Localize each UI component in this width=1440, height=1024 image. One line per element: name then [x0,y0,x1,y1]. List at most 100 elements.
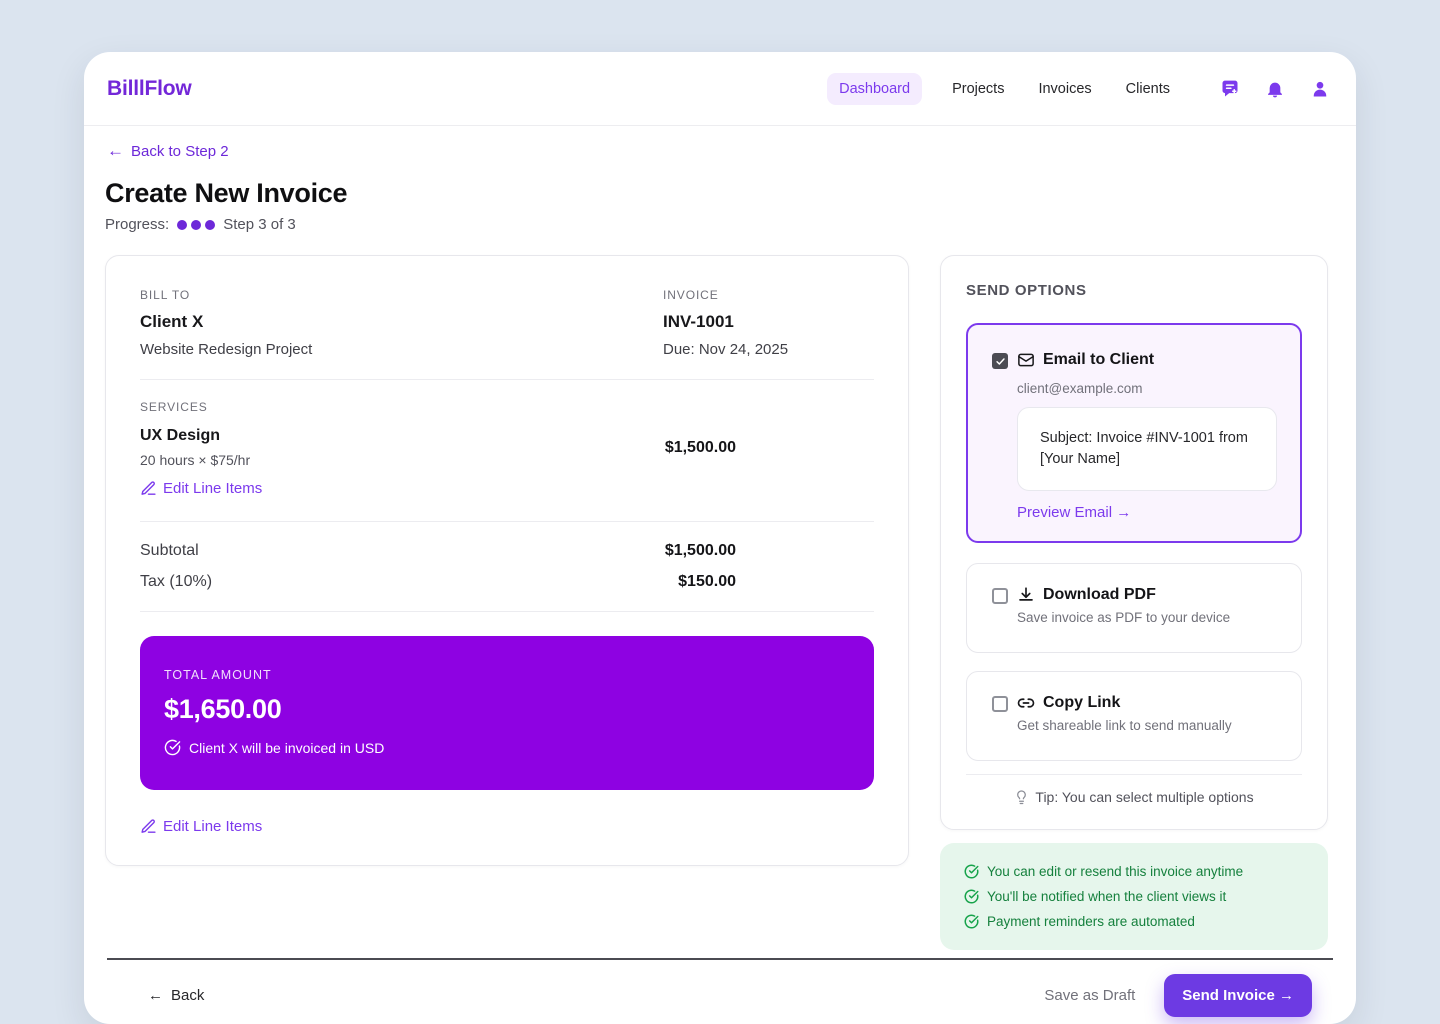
recipient-email: client@example.com [1017,381,1143,396]
back-button-label: Back [171,987,205,1005]
preview-email-link[interactable]: Preview Email → [1017,504,1131,521]
total-amount-value: $1,650.00 [164,694,282,724]
footer-divider [107,958,1333,961]
nav-projects[interactable]: Projects [948,73,1008,105]
link-option-desc: Get shareable link to send manually [1017,718,1232,734]
total-note-row: Client X will be invoiced in USD [164,739,850,756]
due-date: Due: Nov 24, 2025 [663,341,789,358]
tip-row: Tip: You can select multiple options [966,789,1302,805]
note-item: You'll be notified when the client views… [964,889,1304,904]
nav-dashboard[interactable]: Dashboard [827,72,923,105]
tax-row: Tax (10%) $150.00 [140,573,874,591]
option-copy-link[interactable]: Copy Link Get shareable link to send man… [966,671,1302,762]
pencil-icon [141,819,156,833]
back-button[interactable]: ← Back [148,987,204,1004]
progress-row: Progress: Step 3 of 3 [105,216,1335,233]
edit-line-items-label: Edit Line Items [163,480,263,497]
brand-logo[interactable]: BilllFlow [107,77,192,101]
progress-dot [191,219,202,230]
total-note-text: Client X will be invoiced in USD [189,739,385,756]
tax-amount: $150.00 [678,573,736,590]
user-icon[interactable] [1310,79,1330,99]
checkbox-unchecked[interactable] [992,696,1008,713]
message-plus-icon[interactable] [1220,79,1240,99]
line-item-detail: 20 hours × $75/hr [140,452,251,468]
nav-invoices[interactable]: Invoices [1034,73,1095,105]
back-to-step-label: Back to Step 2 [131,142,229,160]
send-invoice-button[interactable]: Send Invoice → [1164,974,1312,1018]
total-amount-label: TOTAL AMOUNT [164,668,272,682]
option-download-pdf[interactable]: Download PDF Save invoice as PDF to your… [966,563,1302,654]
note-text: You can edit or resend this invoice anyt… [987,864,1244,880]
divider [966,774,1302,776]
check-circle-icon [964,914,979,929]
link-icon [1017,698,1035,708]
line-item-amount: $1,500.00 [664,438,736,456]
nav-clients[interactable]: Clients [1122,73,1174,105]
note-item: Payment reminders are automated [964,914,1304,929]
subtotal-label: Subtotal [140,542,199,559]
note-item: You can edit or resend this invoice anyt… [964,864,1304,879]
checkbox-checked[interactable] [992,353,1008,369]
download-icon [1019,587,1033,601]
tax-label: Tax (10%) [140,573,213,590]
send-options-panel: SEND OPTIONS Email to Client client@exam… [940,255,1328,831]
check-circle-icon [964,889,979,904]
divider [140,379,874,380]
tip-text: Tip: You can select multiple options [1035,789,1254,806]
pdf-option-label: Download PDF [1043,586,1156,604]
subtotal-row: Subtotal $1,500.00 [140,542,874,560]
edit-line-items-link[interactable]: Edit Line Items [140,480,262,497]
invoice-summary-card: BILL TO Client X Website Redesign Projec… [105,255,909,866]
link-option-label: Copy Link [1043,694,1121,712]
arrow-left-icon: ← [107,141,124,160]
services-label: SERVICES [140,400,208,414]
client-name: Client X [140,312,204,331]
bill-to-label: BILL TO [140,288,191,302]
note-text: Payment reminders are automated [987,914,1195,930]
envelope-icon [1018,353,1034,367]
footer-actions: ← Back Save as Draft Send Invoice → [105,974,1335,1018]
bell-icon[interactable] [1265,79,1285,99]
back-to-step-link[interactable]: ← Back to Step 2 [107,141,229,161]
save-as-draft-button[interactable]: Save as Draft [1044,987,1135,1004]
check-circle-icon [964,864,979,879]
arrow-left-icon: ← [148,987,163,1005]
pdf-option-desc: Save invoice as PDF to your device [1017,610,1231,626]
page-title: Create New Invoice [105,178,348,208]
info-notes-panel: You can edit or resend this invoice anyt… [940,843,1328,951]
progress-dot [205,219,216,230]
lightbulb-icon [1017,789,1027,804]
project-name: Website Redesign Project [140,341,313,358]
totals-section: Subtotal $1,500.00 Tax (10%) $150.00 [140,542,874,591]
edit-line-items-label: Edit Line Items [163,818,263,835]
divider [140,521,874,522]
progress-label: Progress: [105,216,170,233]
divider [140,611,874,612]
subtotal-amount: $1,500.00 [664,542,736,559]
check-circle-icon [164,739,181,756]
total-amount-box: TOTAL AMOUNT $1,650.00 Client X will be … [140,636,874,790]
send-options-title: SEND OPTIONS [966,282,1087,299]
option-email-to-client[interactable]: Email to Client client@example.com Subje… [966,323,1302,544]
note-text: You'll be notified when the client views… [987,889,1227,905]
services-section: SERVICES UX Design 20 hours × $75/hr $1,… [140,400,874,497]
progress-dots [177,219,216,230]
page-content: ← Back to Step 2 Create New Invoice Prog… [84,141,1356,1018]
line-item-name: UX Design [140,427,221,444]
invoice-number: INV-1001 [663,312,734,331]
app-header: BilllFlow Dashboard Projects Invoices Cl… [84,52,1356,126]
email-option-label: Email to Client [1043,351,1155,368]
pencil-icon [141,481,156,495]
check-icon [995,357,1005,365]
main-window: BilllFlow Dashboard Projects Invoices Cl… [84,52,1356,1024]
edit-line-items-link[interactable]: Edit Line Items [140,818,262,835]
email-subject-box[interactable]: Subject: Invoice #INV-1001 from [Your Na… [1017,407,1277,492]
progress-dot [177,219,188,230]
step-label: Step 3 of 3 [223,216,296,233]
bill-to-section: BILL TO Client X Website Redesign Projec… [140,288,874,358]
header-icons [1220,79,1330,99]
line-item-row: UX Design 20 hours × $75/hr $1,500.00 [140,427,874,468]
checkbox-unchecked[interactable] [992,588,1008,605]
invoice-label: INVOICE [663,288,719,302]
